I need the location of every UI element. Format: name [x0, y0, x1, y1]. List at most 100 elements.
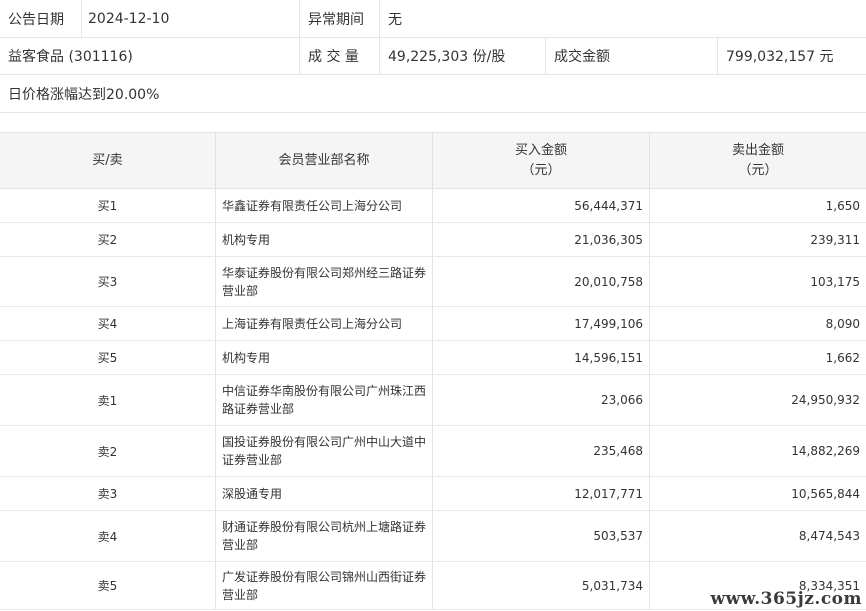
header-sell-amount-label: 卖出金额 — [731, 142, 784, 158]
column-divider — [432, 562, 433, 609]
column-divider — [215, 426, 216, 476]
column-divider — [215, 375, 216, 425]
row-member-name: 广发证券股份有限公司锦州山西街证券营业部 — [222, 569, 427, 602]
column-divider — [649, 257, 650, 306]
row-member-name: 机构专用 — [222, 232, 271, 247]
column-divider — [215, 341, 216, 374]
column-divider — [215, 511, 216, 561]
row-side: 买2 — [97, 233, 118, 247]
row-side: 买3 — [97, 275, 118, 289]
site-watermark: www.365jz.com — [710, 589, 862, 609]
amount-label: 成交金额 — [545, 38, 717, 74]
table-row: 卖2 国投证券股份有限公司广州中山大道中证券营业部 235,468 14,882,26… — [0, 426, 866, 477]
volume-value: 49,225,303 份/股 — [379, 38, 545, 74]
table-row: 卖4 财通证券股份有限公司杭州上塘路证券营业部 503,537 8,474,543 — [0, 511, 866, 562]
column-divider — [432, 375, 433, 425]
row-side: 买5 — [97, 351, 118, 365]
column-divider — [649, 341, 650, 374]
abnormal-period-value: 无 — [379, 0, 866, 37]
amount-value: 799,032,157 元 — [717, 38, 866, 74]
volume-label: 成 交 量 — [299, 38, 379, 74]
stock-name: 益客食品 (301116) — [8, 49, 133, 65]
header-sell-amount: 卖出金额 （元） — [650, 133, 866, 188]
column-divider — [649, 375, 650, 425]
row-side: 卖5 — [97, 579, 118, 593]
info-row-reason: 日价格涨幅达到20.00% — [0, 75, 866, 113]
column-divider — [649, 189, 650, 222]
row-buy-amount: 23,066 — [601, 393, 643, 407]
column-divider — [215, 189, 216, 222]
row-member-name: 中信证券华南股份有限公司广州珠江西路证券营业部 — [222, 384, 427, 416]
column-divider — [432, 257, 433, 306]
row-side: 卖1 — [97, 393, 118, 408]
row-sell-amount: 1,650 — [825, 198, 860, 213]
column-divider — [649, 477, 650, 510]
column-divider — [215, 562, 216, 609]
row-buy-amount: 503,537 — [593, 529, 643, 543]
announce-date-value: 2024-12-10 — [81, 0, 299, 37]
table-row: 买1 华鑫证券有限责任公司上海分公司 56,444,371 1,650 — [0, 189, 866, 223]
column-divider — [215, 307, 216, 340]
header-buy-amount: 买入金额 （元） — [433, 133, 649, 188]
row-side: 卖2 — [97, 444, 118, 459]
row-sell-amount: 103,175 — [810, 274, 860, 289]
table-row: 卖3 深股通专用 12,017,771 10,565,844 — [0, 477, 866, 511]
column-divider — [649, 307, 650, 340]
column-divider — [649, 426, 650, 476]
header-buy-amount-label: 买入金额 — [514, 142, 567, 158]
row-side: 买4 — [97, 317, 118, 331]
row-sell-amount: 239,311 — [810, 232, 860, 247]
header-member-name: 会员营业部名称 — [216, 133, 432, 188]
table-row: 买5 机构专用 14,596,151 1,662 — [0, 341, 866, 375]
row-buy-amount: 5,031,734 — [581, 578, 643, 593]
row-sell-amount: 8,474,543 — [798, 529, 860, 543]
info-row-date: 公告日期 2024-12-10 异常期间 无 — [0, 0, 866, 38]
column-divider — [432, 511, 433, 561]
announce-date-label: 公告日期 — [8, 11, 64, 28]
column-divider — [432, 189, 433, 222]
header-side: 买/卖 — [0, 133, 215, 188]
row-member-name: 上海证券有限责任公司上海分公司 — [222, 316, 403, 331]
column-divider — [215, 257, 216, 306]
column-divider — [432, 307, 433, 340]
column-divider — [649, 562, 650, 609]
column-divider — [432, 223, 433, 256]
header-sell-amount-unit: （元） — [738, 162, 778, 178]
row-buy-amount: 235,468 — [593, 444, 643, 458]
row-member-name: 华鑫证券有限责任公司上海分公司 — [222, 198, 403, 213]
row-sell-amount: 8,090 — [825, 316, 860, 331]
row-buy-amount: 21,036,305 — [574, 232, 643, 247]
row-member-name: 财通证券股份有限公司杭州上塘路证券营业部 — [222, 520, 427, 552]
row-member-name: 深股通专用 — [222, 486, 283, 501]
row-buy-amount: 12,017,771 — [574, 486, 643, 501]
column-divider — [432, 341, 433, 374]
row-sell-amount: 1,662 — [825, 350, 860, 365]
table-row: 买4 上海证券有限责任公司上海分公司 17,499,106 8,090 — [0, 307, 866, 341]
row-member-name: 华泰证券股份有限公司郑州经三路证券营业部 — [222, 265, 427, 298]
header-side-label: 买/卖 — [92, 152, 123, 168]
row-buy-amount: 56,444,371 — [574, 198, 643, 213]
row-buy-amount: 14,596,151 — [574, 350, 643, 365]
column-divider — [432, 426, 433, 476]
row-sell-amount: 10,565,844 — [791, 486, 860, 501]
table-row: 买3 华泰证券股份有限公司郑州经三路证券营业部 20,010,758 103,175 — [0, 257, 866, 307]
column-divider — [432, 477, 433, 510]
abnormal-period-label: 异常期间 — [299, 0, 379, 37]
table-header: 买/卖 会员营业部名称 买入金额 （元） 卖出金额 （元） — [0, 132, 866, 189]
header-member-name-label: 会员营业部名称 — [278, 152, 370, 168]
row-buy-amount: 17,499,106 — [574, 316, 643, 331]
info-row-volume: 益客食品 (301116) 成 交 量 49,225,303 份/股 成交金额 … — [0, 38, 866, 75]
row-side: 买1 — [97, 199, 118, 213]
header-buy-amount-unit: （元） — [521, 162, 561, 178]
row-sell-amount: 14,882,269 — [791, 444, 860, 458]
row-side: 卖4 — [97, 529, 118, 544]
row-buy-amount: 20,010,758 — [574, 274, 643, 289]
row-sell-amount: 24,950,932 — [791, 393, 860, 407]
column-divider — [215, 477, 216, 510]
section-gap — [0, 113, 866, 132]
row-side: 卖3 — [97, 487, 118, 501]
column-divider — [649, 511, 650, 561]
column-divider — [215, 223, 216, 256]
listing-reason: 日价格涨幅达到20.00% — [8, 86, 160, 103]
column-divider — [649, 223, 650, 256]
